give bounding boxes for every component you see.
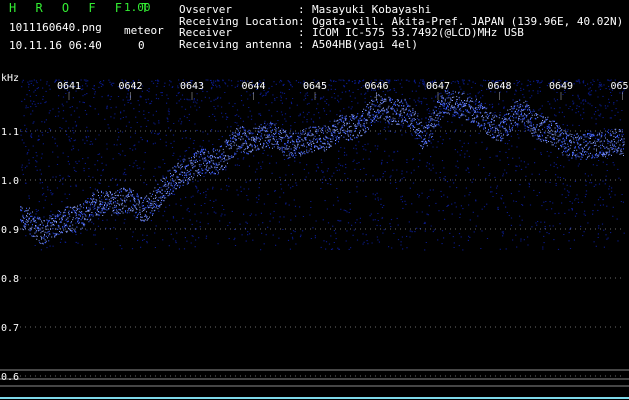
header: H R O F F T 1.00 1011160640.png meteor 1… xyxy=(0,0,629,68)
time-tick-label: 0646 xyxy=(364,81,388,92)
time-tick-label: 0645 xyxy=(303,81,327,92)
y-tick-label: 0.6 xyxy=(1,372,19,383)
meteor-label: meteor xyxy=(124,24,164,37)
signal-trace xyxy=(20,90,625,245)
info-separator: : xyxy=(298,37,305,51)
time-tick-label: 0649 xyxy=(549,81,573,92)
y-tick-label: 1.0 xyxy=(1,176,19,187)
time-tick-label: 0643 xyxy=(180,81,204,92)
time-tick-label: 0648 xyxy=(487,81,511,92)
info-row-observer: Ovserver : Masayuki Kobayashi xyxy=(179,4,623,16)
meteor-count: 0 xyxy=(138,39,145,52)
info-key: Receiver xyxy=(179,26,232,39)
grid-layer xyxy=(0,130,629,399)
y-tick-label: 1.1 xyxy=(1,127,19,138)
info-row-receiver: Receiver : ICOM IC-575 53.7492(@LCD)MHz … xyxy=(179,27,623,39)
y-axis-unit: kHz xyxy=(1,73,19,84)
info-key: Ovserver xyxy=(179,3,232,16)
datetime: 10.11.16 06:40 xyxy=(9,39,102,52)
time-tick-label: 0642 xyxy=(118,81,142,92)
info-key: Receiving antenna xyxy=(179,37,292,51)
filename: 1011160640.png xyxy=(9,21,102,34)
y-tick-label: 0.7 xyxy=(1,323,19,334)
axis-layer: 1.1 1.0 0.9 0.8 0.7 0.6 0641 0642 0643 0644 0645 06… xyxy=(1,81,629,383)
time-tick-label: 0644 xyxy=(241,81,265,92)
time-tick-label: 0650 xyxy=(610,81,629,92)
y-tick-label: 0.8 xyxy=(1,274,19,285)
time-tick-label: 0647 xyxy=(426,81,450,92)
info-separator: : xyxy=(298,26,305,39)
info-value: A504HB(yagi 4el) xyxy=(312,37,418,51)
spectrogram: 1.1 1.0 0.9 0.8 0.7 0.6 0641 0642 0643 0644 0645 06… xyxy=(0,73,629,399)
y-tick-label: 0.9 xyxy=(1,225,19,236)
noise-layer xyxy=(20,79,626,251)
app-version: 1.00 xyxy=(124,1,151,14)
info-row-antenna: Receiving antenna : A504HB(yagi 4el) xyxy=(179,39,623,51)
station-info: Ovserver : Masayuki Kobayashi Receiving … xyxy=(179,4,623,50)
info-value: Masayuki Kobayashi xyxy=(312,3,432,16)
info-value: ICOM IC-575 53.7492(@LCD)MHz USB xyxy=(312,26,524,39)
time-tick-label: 0641 xyxy=(57,81,81,92)
info-separator: : xyxy=(298,3,305,16)
